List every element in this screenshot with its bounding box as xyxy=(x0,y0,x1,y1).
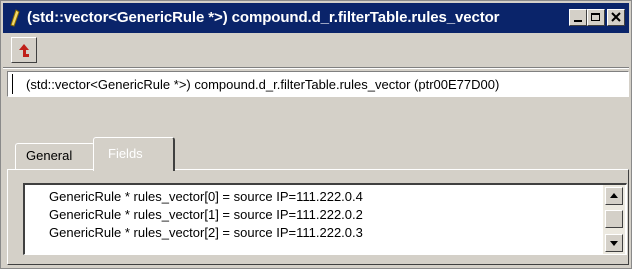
scroll-thumb[interactable] xyxy=(605,210,623,228)
tab-general[interactable]: General xyxy=(15,143,95,169)
close-button[interactable] xyxy=(607,9,625,26)
inspector-window: (std::vector<GenericRule *>) compound.d_… xyxy=(0,0,632,269)
text-cursor xyxy=(12,74,13,94)
maximize-icon xyxy=(591,13,600,21)
tool-icon xyxy=(10,9,20,27)
vertical-scrollbar[interactable] xyxy=(603,185,625,254)
up-button[interactable] xyxy=(11,37,37,63)
minimize-button[interactable] xyxy=(569,9,587,26)
list-item[interactable]: GenericRule * rules_vector[2] = source I… xyxy=(49,225,363,240)
window-title: (std::vector<GenericRule *>) compound.d_… xyxy=(27,9,500,26)
object-path-text: (std::vector<GenericRule *>) compound.d_… xyxy=(26,77,500,92)
list-item[interactable]: GenericRule * rules_vector[1] = source I… xyxy=(49,207,363,222)
tab-fields[interactable]: Fields xyxy=(93,137,175,171)
tab-general-label: General xyxy=(26,148,73,163)
scroll-down-button[interactable] xyxy=(605,234,623,252)
title-bar[interactable]: (std::vector<GenericRule *>) compound.d_… xyxy=(3,3,629,33)
arrow-down-icon xyxy=(610,241,618,246)
toolbar-separator xyxy=(3,67,629,69)
object-path-field[interactable]: (std::vector<GenericRule *>) compound.d_… xyxy=(7,71,629,97)
scroll-up-button[interactable] xyxy=(605,187,623,205)
maximize-button[interactable] xyxy=(587,9,605,26)
tab-fields-label: Fields xyxy=(108,146,143,161)
fields-listbox[interactable]: GenericRule * rules_vector[0] = source I… xyxy=(23,183,627,255)
minimize-icon xyxy=(574,20,582,22)
up-arrow-icon xyxy=(19,44,29,57)
arrow-up-icon xyxy=(610,193,618,198)
close-icon xyxy=(611,12,621,22)
list-item[interactable]: GenericRule * rules_vector[0] = source I… xyxy=(49,189,363,204)
